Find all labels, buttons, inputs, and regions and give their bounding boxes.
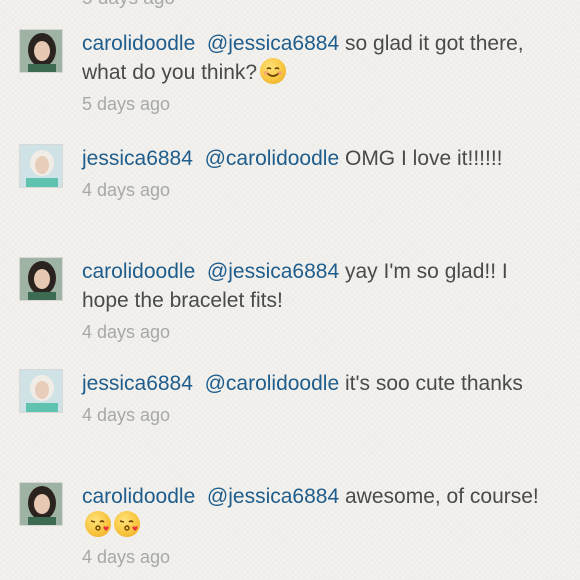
avatar-carolidoodle[interactable]: [19, 29, 63, 73]
comment-mention[interactable]: @jessica6884: [207, 260, 339, 283]
comment-mention[interactable]: @carolidoodle: [205, 372, 340, 395]
kissing-face-icon: [114, 511, 140, 537]
comment-timestamp: 5 days ago: [82, 94, 171, 114]
comment-mention[interactable]: @carolidoodle: [205, 147, 340, 170]
avatar-carolidoodle[interactable]: [19, 257, 63, 301]
partial-timestamp: 5 days ago: [82, 0, 175, 10]
comment-username[interactable]: carolidoodle: [82, 32, 195, 55]
comment-timestamp: 4 days ago: [82, 180, 171, 200]
comment-text: it's soo cute thanks: [344, 372, 523, 395]
avatar-jessica6884[interactable]: [19, 369, 63, 413]
comment-timestamp: 4 days ago: [82, 405, 171, 425]
comment-timestamp: 4 days ago: [82, 322, 171, 342]
comment-username[interactable]: jessica6884: [82, 147, 193, 170]
comment-username[interactable]: carolidoodle: [82, 485, 195, 508]
avatar-jessica6884[interactable]: [19, 144, 63, 188]
comment-text: OMG I love it!!!!!!: [344, 147, 503, 170]
comment-username[interactable]: jessica6884: [82, 372, 193, 395]
kissing-face-icon: [85, 511, 111, 537]
comment-username[interactable]: carolidoodle: [82, 260, 195, 283]
comment-timestamp: 4 days ago: [82, 547, 171, 567]
comment-mention[interactable]: @jessica6884: [207, 32, 339, 55]
comment-mention[interactable]: @jessica6884: [207, 485, 339, 508]
comment-text: awesome, of course!: [345, 485, 539, 508]
avatar-carolidoodle[interactable]: [19, 482, 63, 526]
smiling-face-icon: [260, 58, 287, 84]
